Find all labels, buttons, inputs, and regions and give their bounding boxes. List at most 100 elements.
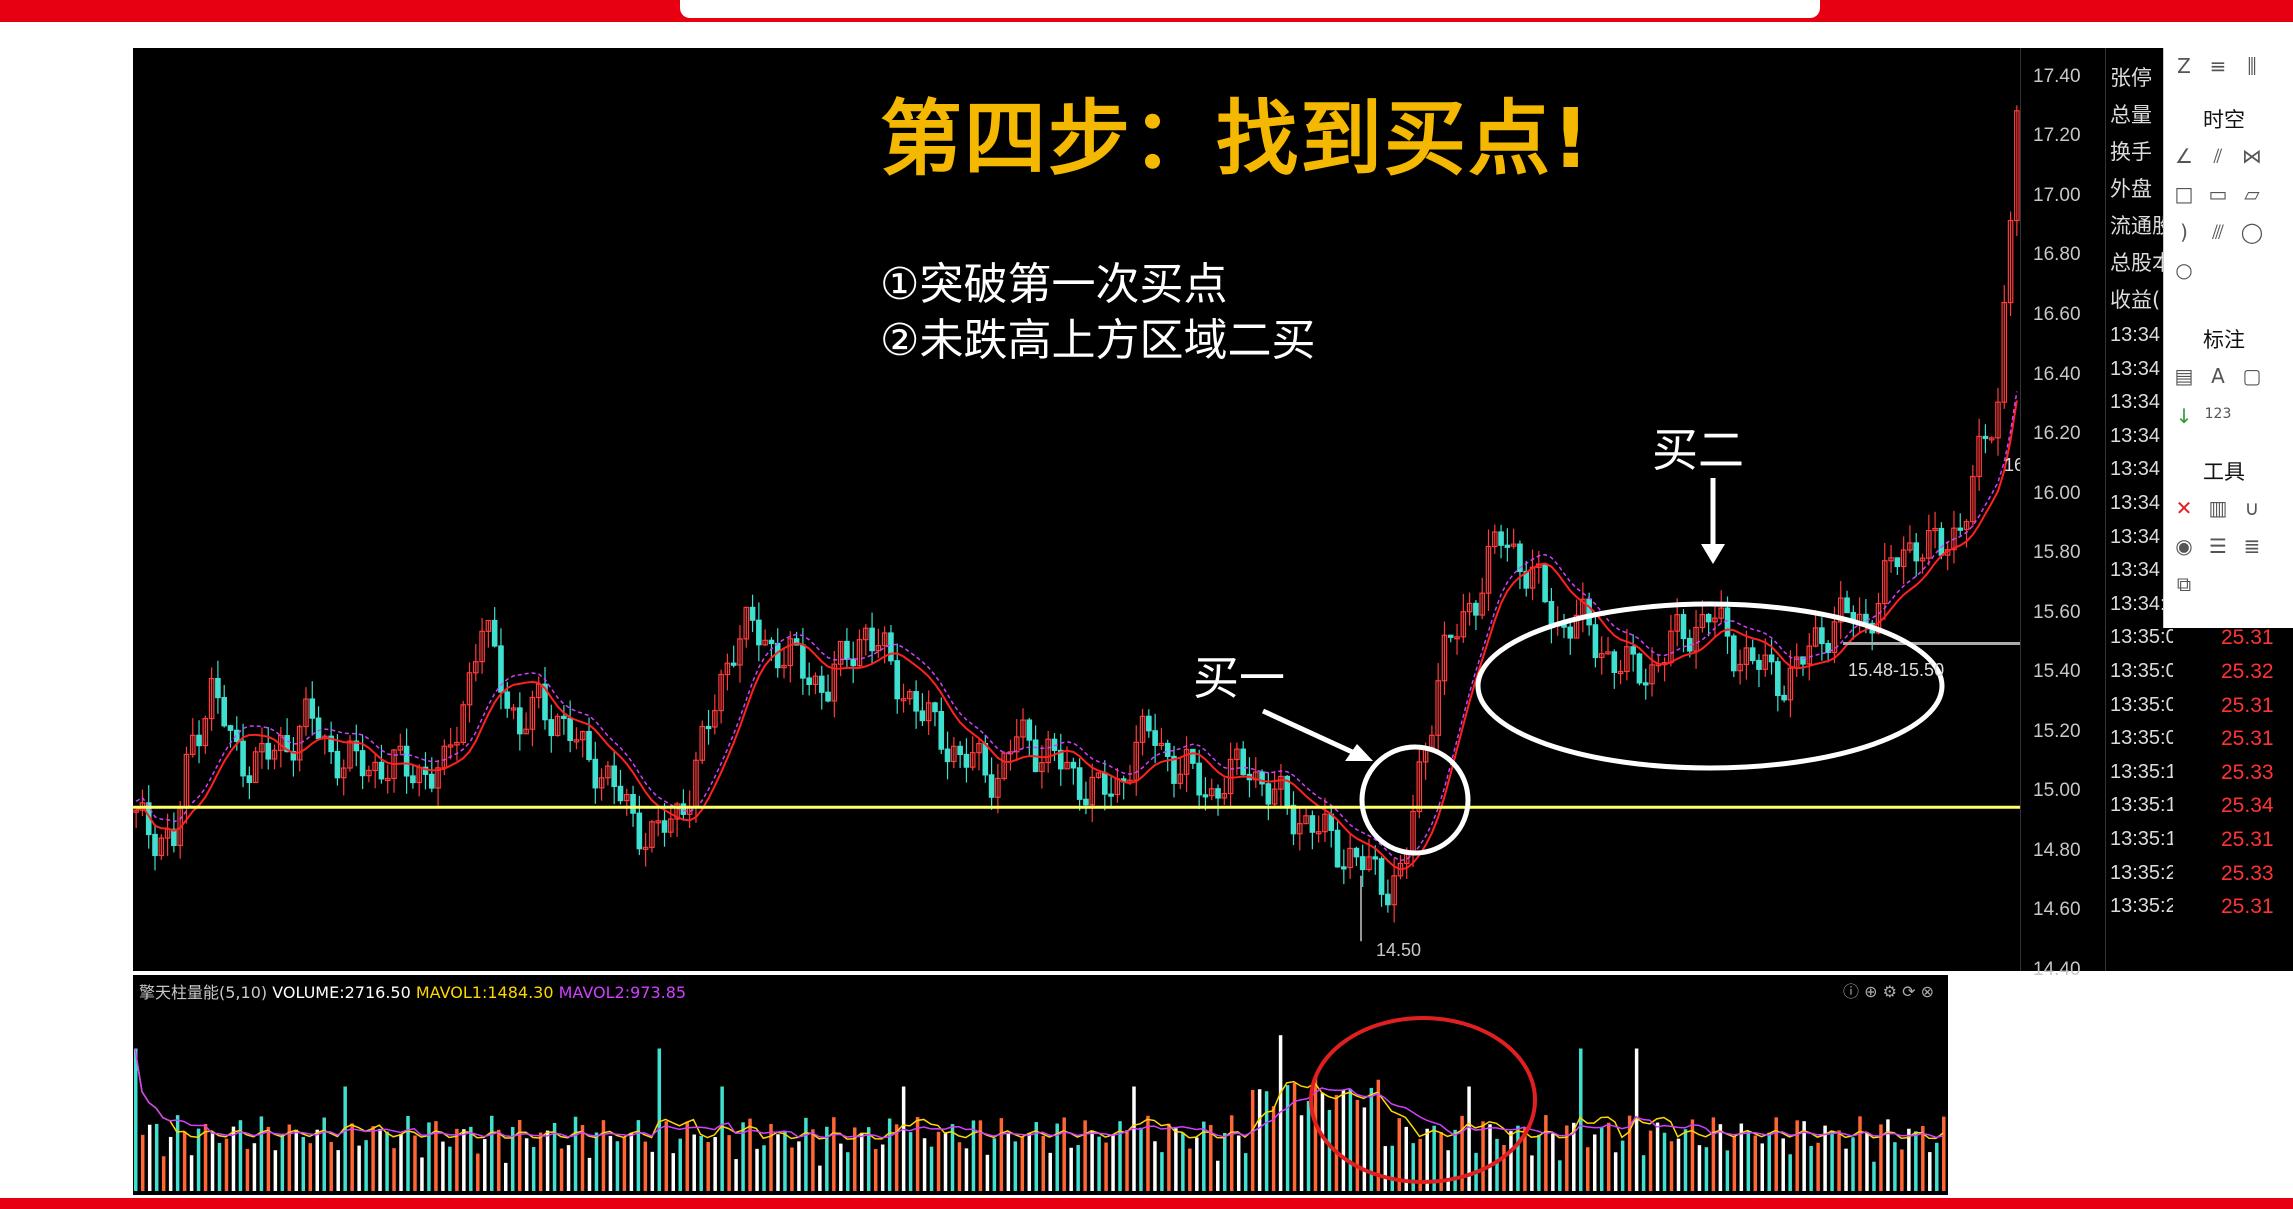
volume-bar — [378, 1128, 382, 1191]
price-axis: 17.40 17.20 17.00 16.80 16.60 16.40 16.20 16.00… — [2020, 48, 2106, 980]
section-shikong: 时空 — [2203, 108, 2245, 132]
tick-time: 13:35:21 — [2110, 861, 2174, 884]
candle-body — [315, 717, 322, 740]
menu-tool-icon[interactable]: ≣ — [2238, 534, 2266, 558]
volume-bar — [1125, 1130, 1129, 1191]
volume-bar — [140, 1134, 145, 1191]
price-tick: 16.00 — [2033, 482, 2081, 504]
volume-bar — [1788, 1154, 1792, 1191]
volume-panel[interactable]: 擎天柱量能(5,10) VOLUME:2716.50 MAVOL1:1484.3… — [133, 975, 1948, 1195]
volume-bar — [1006, 1133, 1011, 1191]
volume-bar — [1495, 1138, 1499, 1191]
volume-bar — [1369, 1087, 1374, 1191]
text-tool-icon[interactable]: A — [2204, 364, 2232, 388]
list-tool-icon[interactable]: ☰ — [2204, 534, 2232, 558]
candle-body — [227, 725, 234, 731]
candle-body — [774, 642, 781, 669]
volume-bar — [622, 1136, 627, 1191]
volume-bar — [1062, 1117, 1066, 1191]
volume-bar — [1509, 1131, 1513, 1191]
box-tool-icon[interactable]: ▭ — [2204, 182, 2232, 206]
volume-bar — [1900, 1149, 1904, 1191]
volume-bar — [692, 1134, 696, 1191]
tick-time: 13:35:24 — [2110, 895, 2174, 918]
wave-tool-icon[interactable]: ⫻ — [2204, 220, 2232, 244]
circle-tool-icon[interactable]: ○ — [2170, 258, 2198, 282]
down-arrow-tool-icon[interactable]: ↓ — [2170, 404, 2198, 428]
volume-bar — [950, 1124, 955, 1191]
volume-bar — [832, 1117, 836, 1191]
candle-body — [756, 619, 762, 646]
drawing-tool-panel[interactable]: Z ≡ ⫼ 时空 ∠ ⫽ ⋈ □ ▭ ▱ ) ⫻ ◯ ○ 标注 ▤ A ▢ ↓ … — [2163, 48, 2293, 628]
ellipse-tool-icon[interactable]: ◯ — [2238, 220, 2266, 244]
gann-tool-icon[interactable]: ⫽ — [2204, 144, 2232, 168]
number-tool-icon[interactable]: 123 — [2204, 406, 2232, 422]
price-tick: 15.20 — [2033, 720, 2081, 742]
volume-bar — [922, 1138, 927, 1191]
candle-body — [334, 750, 341, 779]
fan-tool-icon[interactable]: ∠ — [2170, 144, 2198, 168]
volume-bar — [455, 1128, 459, 1191]
ruler-tool-icon[interactable]: ▤ — [2170, 364, 2198, 388]
channel-tool-icon[interactable]: ⫼ — [2238, 54, 2266, 78]
volume-bar — [1767, 1132, 1771, 1191]
volume-bar — [1544, 1115, 1548, 1191]
candle-body — [359, 750, 366, 777]
volume-bar — [1921, 1126, 1925, 1191]
volume-bar — [1711, 1117, 1716, 1191]
volume-bar — [217, 1142, 222, 1191]
volume-bar — [839, 1143, 843, 1191]
subtitle-1: ①突破第一次买点 — [880, 259, 1228, 310]
candle-body — [1724, 607, 1731, 637]
volume-bar — [245, 1148, 250, 1191]
delete-tool-icon[interactable]: ✕ — [2170, 496, 2198, 520]
volume-bar — [1083, 1120, 1087, 1191]
volume-bar — [182, 1131, 187, 1191]
candle-body — [1982, 435, 1989, 440]
price-tick: 17.00 — [2033, 184, 2081, 206]
candle-body — [1265, 783, 1272, 805]
para-tool-icon[interactable]: ▱ — [2238, 182, 2266, 206]
hline-tool-icon[interactable]: ≡ — [2204, 54, 2232, 78]
export-tool-icon[interactable]: ⧉ — [2170, 572, 2198, 596]
candle-body — [1756, 659, 1762, 670]
note-tool-icon[interactable]: ▢ — [2238, 364, 2266, 388]
volume-bar — [566, 1145, 571, 1191]
volume-bar — [1516, 1125, 1520, 1191]
line-tool-icon[interactable]: Z — [2170, 54, 2198, 78]
magnet-tool-icon[interactable]: ∪ — [2238, 496, 2266, 520]
eye-tool-icon[interactable]: ◉ — [2170, 534, 2198, 558]
volume-bar — [517, 1120, 522, 1191]
candle-body — [1863, 613, 1869, 625]
info-label: 张停 — [2110, 66, 2152, 90]
buy2-arrowhead — [1701, 544, 1725, 564]
cycle-tool-icon[interactable]: ⋈ — [2238, 144, 2266, 168]
volume-bar — [957, 1142, 962, 1191]
volume-bar — [1341, 1089, 1346, 1191]
volume-bar — [657, 1048, 662, 1191]
volume-bar — [545, 1130, 550, 1191]
section-biaozhu: 标注 — [2203, 328, 2245, 352]
volume-bar — [503, 1162, 508, 1191]
candle-body — [630, 793, 636, 814]
candle-body — [1196, 762, 1202, 796]
buy2-label: 买二 — [1652, 423, 1744, 477]
volume-bar — [1027, 1133, 1032, 1191]
arc-tool-icon[interactable]: ) — [2170, 220, 2198, 244]
volume-bar — [936, 1131, 941, 1191]
candle-body — [1259, 771, 1265, 785]
buy1-label: 买一 — [1193, 651, 1285, 705]
trash-tool-icon[interactable]: ▥ — [2204, 496, 2232, 520]
price-tick: 15.00 — [2033, 780, 2081, 802]
volume-bar — [1851, 1137, 1855, 1191]
candle-body — [705, 725, 712, 730]
volume-bar — [462, 1129, 466, 1191]
rect-tool-icon[interactable]: □ — [2170, 182, 2198, 206]
candle-body — [1240, 748, 1246, 776]
price-tick: 16.40 — [2033, 363, 2081, 385]
candle-body — [215, 677, 221, 699]
range-label: 15.48-15.50 — [1848, 660, 1945, 680]
candle-body — [988, 774, 995, 798]
volume-bar — [1174, 1128, 1178, 1191]
volume-bar — [573, 1116, 578, 1191]
